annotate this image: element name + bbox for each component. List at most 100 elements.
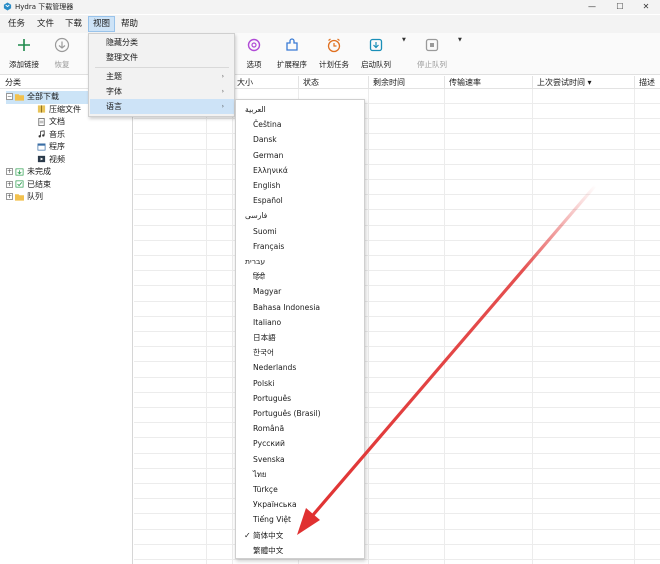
table-row[interactable] xyxy=(134,180,660,196)
table-row[interactable] xyxy=(134,317,660,332)
tree-item-videos[interactable]: 视频 xyxy=(37,154,65,167)
table-row[interactable] xyxy=(134,135,660,150)
language-item[interactable]: Українська xyxy=(236,497,364,512)
language-item[interactable]: Türkçe xyxy=(236,482,364,497)
language-item[interactable]: 한국어 xyxy=(236,345,364,360)
table-row[interactable] xyxy=(134,499,660,515)
language-item[interactable]: Русский xyxy=(236,436,364,451)
tree-item-music[interactable]: 音乐 xyxy=(37,129,65,142)
language-item[interactable]: German xyxy=(236,148,364,163)
table-row[interactable] xyxy=(134,515,660,530)
language-item[interactable]: Magyar xyxy=(236,284,364,299)
table-row[interactable] xyxy=(134,332,660,348)
language-item[interactable]: ไทย xyxy=(236,467,364,482)
table-row[interactable] xyxy=(134,469,660,484)
checkmark-icon: ✓ xyxy=(244,530,251,540)
expand-toggle[interactable]: + xyxy=(6,180,13,188)
language-item[interactable]: Nederlands xyxy=(236,360,364,375)
language-item[interactable]: Română xyxy=(236,421,364,436)
menu-file[interactable]: 文件 xyxy=(33,16,58,32)
view-menu-hide-categories[interactable]: 隐藏分类 xyxy=(90,35,234,50)
stop-queue-dropdown[interactable]: ▼ xyxy=(458,37,462,43)
column-header-description[interactable]: 描述 xyxy=(634,76,660,89)
tree-item-documents[interactable]: 文档 xyxy=(37,116,65,129)
language-item[interactable]: 日本語 xyxy=(236,330,364,345)
language-item[interactable]: Bahasa Indonesia xyxy=(236,300,364,315)
language-item[interactable]: Português (Brasil) xyxy=(236,406,364,421)
language-item[interactable]: Polski xyxy=(236,376,364,391)
table-row[interactable] xyxy=(134,423,660,439)
table-row[interactable] xyxy=(134,439,660,454)
table-row[interactable] xyxy=(134,226,660,241)
menu-view[interactable]: 视图 xyxy=(88,16,116,32)
language-item-label: Bahasa Indonesia xyxy=(253,302,321,312)
language-item[interactable]: العربية xyxy=(236,102,364,117)
view-menu-language[interactable]: 语言 › xyxy=(90,99,234,114)
table-row[interactable] xyxy=(134,287,660,302)
language-item[interactable]: Ελληνικά xyxy=(236,163,364,178)
tree-item-unfinished[interactable]: + 未完成 xyxy=(6,166,51,179)
extensions-button[interactable]: 扩展程序 xyxy=(268,37,316,71)
table-row[interactable] xyxy=(134,271,660,287)
language-item[interactable]: Dansk xyxy=(236,132,364,147)
column-header-size[interactable]: 大小 xyxy=(232,76,298,89)
column-header-transfer-rate[interactable]: 传输速率 xyxy=(444,76,532,89)
table-row[interactable] xyxy=(134,347,660,363)
category-pane: 分类 − 全部下载 压缩文件 文档 音乐 程序 视频 + 未完成 + 已结束 + 队列 xyxy=(0,76,133,564)
close-button[interactable]: ✕ xyxy=(632,0,660,14)
stop-queue-button[interactable]: 停止队列 xyxy=(408,37,456,71)
language-item[interactable]: Suomi xyxy=(236,224,364,239)
table-row[interactable] xyxy=(134,165,660,180)
table-row[interactable] xyxy=(134,545,660,560)
column-header-last-try[interactable]: 上次尝试时间 ▾ xyxy=(532,76,634,89)
tree-item-programs[interactable]: 程序 xyxy=(37,141,65,154)
language-item[interactable]: 繁體中文 xyxy=(236,543,364,558)
tree-item-queues[interactable]: + 队列 xyxy=(6,191,43,204)
language-item[interactable]: हिंदी xyxy=(236,269,364,284)
menu-task[interactable]: 任务 xyxy=(4,16,29,32)
menu-download[interactable]: 下载 xyxy=(61,16,86,32)
start-queue-button[interactable]: 启动队列 xyxy=(352,37,400,71)
table-row[interactable] xyxy=(134,530,660,545)
table-row[interactable] xyxy=(134,195,660,211)
language-item[interactable]: Italiano xyxy=(236,315,364,330)
language-item[interactable]: Español xyxy=(236,193,364,208)
table-row[interactable] xyxy=(134,408,660,424)
view-menu-font[interactable]: 字体 › xyxy=(90,84,234,99)
table-row[interactable] xyxy=(134,150,660,165)
table-row[interactable] xyxy=(134,484,660,500)
resume-button[interactable]: 恢复 xyxy=(38,37,86,71)
column-header-status[interactable]: 状态 xyxy=(298,76,368,89)
language-item[interactable]: ✓ 简体中文 xyxy=(236,528,364,543)
language-item[interactable]: עברית xyxy=(236,254,364,269)
tree-item-compressed[interactable]: 压缩文件 xyxy=(37,104,81,117)
table-row[interactable] xyxy=(134,454,660,469)
expand-toggle[interactable]: + xyxy=(6,168,13,175)
language-item[interactable]: Português xyxy=(236,391,364,406)
menu-help[interactable]: 帮助 xyxy=(117,16,142,32)
start-queue-dropdown[interactable]: ▼ xyxy=(402,37,406,43)
tree-item-finished[interactable]: + 已结束 xyxy=(6,179,51,192)
collapse-toggle[interactable]: − xyxy=(6,93,13,100)
table-row[interactable] xyxy=(134,211,660,226)
column-header-time-left[interactable]: 剩余时间 xyxy=(368,76,444,89)
table-row[interactable] xyxy=(134,393,660,408)
view-menu-theme[interactable]: 主题 › xyxy=(90,69,234,84)
table-row[interactable] xyxy=(134,119,660,135)
view-menu-organize-files[interactable]: 整理文件 xyxy=(90,50,234,65)
scheduler-button[interactable]: 计划任务 xyxy=(310,37,358,71)
language-item[interactable]: فارسی xyxy=(236,208,364,223)
language-item[interactable]: Svenska xyxy=(236,452,364,467)
language-item[interactable]: Čeština xyxy=(236,117,364,132)
table-row[interactable] xyxy=(134,363,660,378)
table-row[interactable] xyxy=(134,302,660,317)
language-item[interactable]: English xyxy=(236,178,364,193)
language-item[interactable]: Français xyxy=(236,239,364,254)
table-row[interactable] xyxy=(134,256,660,272)
expand-toggle[interactable]: + xyxy=(6,193,13,200)
table-row[interactable] xyxy=(134,378,660,393)
table-row[interactable] xyxy=(134,241,660,256)
maximize-button[interactable]: ☐ xyxy=(606,0,634,14)
language-item[interactable]: Tiếng Việt xyxy=(236,512,364,527)
minimize-button[interactable]: — xyxy=(578,0,606,14)
